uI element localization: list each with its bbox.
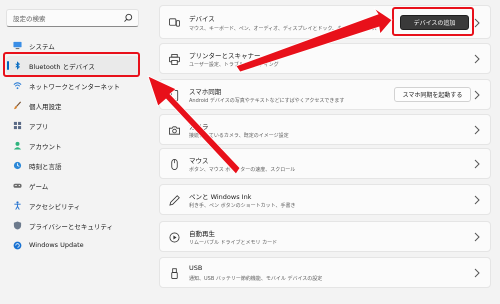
- settings-window: 設定の検索 システム Bluetooth とデバイス ネットワークとインターネッ…: [0, 0, 500, 304]
- arrow-to-bluetooth: [147, 75, 241, 175]
- annotation-arrows: [147, 7, 393, 175]
- arrow-to-add-device: [235, 7, 393, 73]
